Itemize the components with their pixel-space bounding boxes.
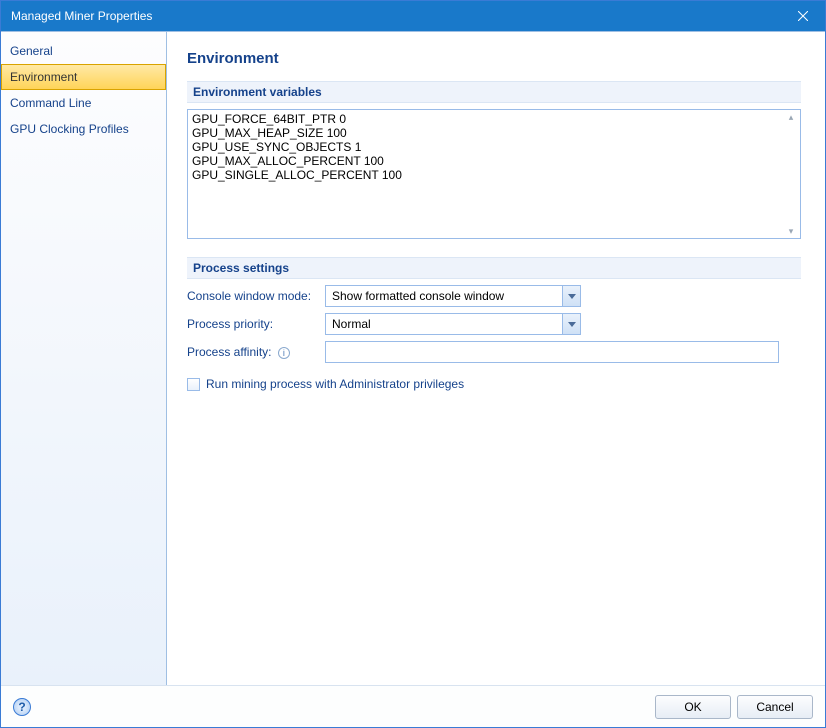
sidebar-item-command-line[interactable]: Command Line	[1, 90, 166, 116]
group-process-settings: Process settings	[187, 257, 801, 279]
row-process-priority: Process priority:	[187, 313, 801, 335]
env-vars-textarea[interactable]	[188, 110, 800, 238]
close-button[interactable]	[781, 1, 825, 31]
process-affinity-label: Process affinity: i	[187, 345, 325, 359]
process-priority-label: Process priority:	[187, 317, 325, 331]
close-icon	[798, 11, 808, 21]
help-icon: ?	[18, 700, 25, 714]
sidebar-item-label: GPU Clocking Profiles	[10, 122, 129, 136]
main-panel: Environment Environment variables ▴ ▾ Pr…	[167, 32, 825, 685]
row-admin-privileges: Run mining process with Administrator pr…	[187, 377, 801, 391]
dialog-window: Managed Miner Properties General Environ…	[0, 0, 826, 728]
sidebar-item-environment[interactable]: Environment	[1, 64, 166, 90]
env-vars-field-wrap: ▴ ▾	[187, 109, 801, 239]
process-affinity-input[interactable]	[325, 341, 779, 363]
row-process-affinity: Process affinity: i	[187, 341, 801, 363]
process-priority-input[interactable]	[326, 314, 562, 334]
console-mode-label: Console window mode:	[187, 289, 325, 303]
process-priority-combo[interactable]	[325, 313, 581, 335]
cancel-button[interactable]: Cancel	[737, 695, 813, 719]
sidebar: General Environment Command Line GPU Clo…	[1, 32, 167, 685]
page-title: Environment	[187, 50, 801, 67]
dialog-footer: ? OK Cancel	[1, 685, 825, 727]
row-console-mode: Console window mode:	[187, 285, 801, 307]
console-mode-dropdown-button[interactable]	[562, 286, 580, 306]
dialog-body: General Environment Command Line GPU Clo…	[1, 31, 825, 685]
sidebar-item-general[interactable]: General	[1, 38, 166, 64]
sidebar-item-label: Command Line	[10, 96, 91, 110]
group-environment-variables: Environment variables	[187, 81, 801, 103]
sidebar-item-label: General	[10, 44, 53, 58]
chevron-down-icon	[568, 322, 576, 327]
window-title: Managed Miner Properties	[11, 9, 781, 23]
sidebar-item-gpu-clocking-profiles[interactable]: GPU Clocking Profiles	[1, 116, 166, 142]
console-mode-input[interactable]	[326, 286, 562, 306]
process-affinity-label-text: Process affinity:	[187, 345, 271, 359]
help-button[interactable]: ?	[13, 698, 31, 716]
admin-privileges-label: Run mining process with Administrator pr…	[206, 377, 464, 391]
sidebar-item-label: Environment	[10, 70, 77, 84]
ok-button[interactable]: OK	[655, 695, 731, 719]
process-priority-dropdown-button[interactable]	[562, 314, 580, 334]
console-mode-combo[interactable]	[325, 285, 581, 307]
admin-privileges-checkbox[interactable]	[187, 378, 200, 391]
chevron-down-icon	[568, 294, 576, 299]
info-icon[interactable]: i	[278, 347, 290, 359]
titlebar: Managed Miner Properties	[1, 1, 825, 31]
